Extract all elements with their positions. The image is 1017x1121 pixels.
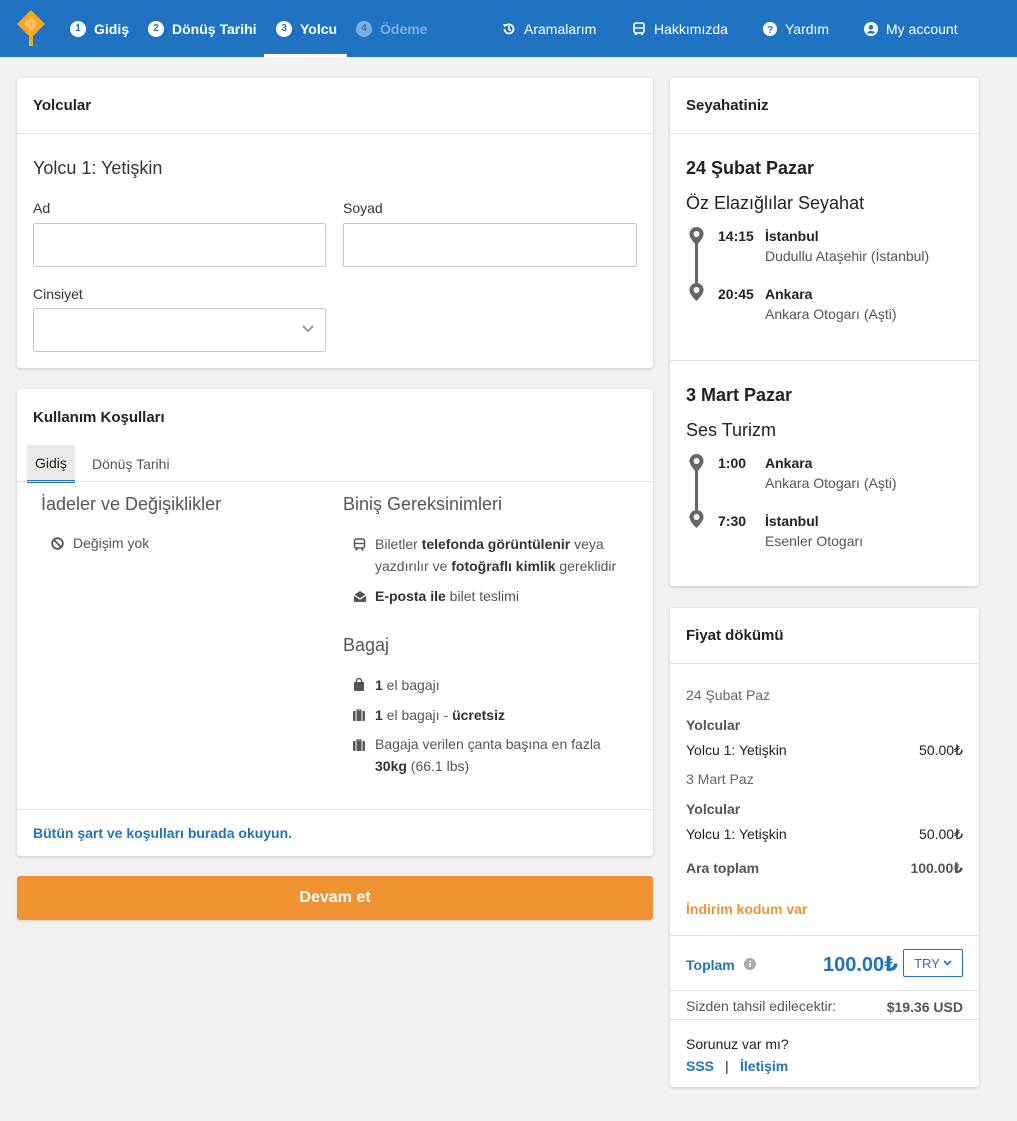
refunds-title: İadeler ve Değişiklikler [41, 494, 222, 514]
map-pin-icon [689, 454, 704, 472]
currency-value: TRY [914, 955, 940, 971]
first-name-label: Ad [33, 200, 51, 216]
price-leg1-passengers-label: Yolcular [686, 717, 741, 733]
price-leg2-date: 3 Mart Paz [686, 771, 754, 787]
currency-select[interactable]: TRY [903, 949, 963, 977]
gender-select[interactable] [33, 308, 326, 352]
my-account-link[interactable]: My account [864, 0, 958, 57]
boarding-requirement-text: Biletler telefonda görüntülenir veya yaz… [375, 536, 617, 574]
leg2-arrival-city: İstanbul [765, 513, 819, 529]
terms-header: Kullanım Koşulları [33, 408, 165, 426]
last-name-input[interactable] [343, 223, 637, 267]
subtotal-value: 100.00₺ [910, 860, 963, 876]
question-text: Sorunuz var mı? [686, 1036, 789, 1052]
free-luggage-text: 1 el bagajı - ücretsiz [375, 707, 505, 723]
price-leg2-amount: 50.00₺ [919, 826, 963, 842]
suitcase-icon [353, 709, 365, 721]
faq-link[interactable]: SSS [686, 1058, 714, 1074]
first-name-input[interactable] [33, 223, 326, 267]
leg-divider [670, 360, 979, 361]
leg2-arrival-time: 7:30 [718, 513, 747, 529]
my-searches-link[interactable]: Aramalarım [502, 0, 596, 57]
help-link[interactable]: ? Yardım [763, 0, 829, 57]
charged-value: $19.36 USD [886, 999, 963, 1015]
svg-text:?: ? [767, 25, 773, 36]
help-divider [670, 1019, 979, 1020]
charged-divider [670, 990, 979, 991]
leg2-arrival-station: Esenler Otogarı [765, 533, 864, 549]
info-icon[interactable] [744, 958, 756, 970]
subtotal-label: Ara toplam [686, 860, 760, 876]
ban-icon [51, 537, 64, 550]
tab-outbound[interactable]: Gidiş [27, 445, 75, 483]
price-leg1-passenger: Yolcu 1: Yetişkin [686, 742, 787, 758]
total-value: 100.00₺ [823, 954, 899, 976]
map-pin-icon [689, 510, 704, 528]
bag-icon [354, 678, 364, 691]
step-return-date[interactable]: 2 Dönüş Tarihi [148, 0, 257, 57]
leg1-operator: Öz Elazığlılar Seyahat [686, 193, 865, 213]
history-icon [503, 23, 515, 34]
link-separator: | [725, 1058, 729, 1074]
bus-icon [353, 538, 366, 551]
passengers-header: Yolcular [17, 78, 653, 134]
chevron-down-icon [302, 325, 314, 333]
leg1-date: 24 Şubat Pazar [686, 158, 815, 178]
leg1-departure-station: Dudullu Ataşehir (İstanbul) [765, 248, 930, 264]
leg2-departure-time: 1:00 [718, 455, 747, 471]
no-change-text: Değişim yok [73, 535, 150, 551]
leg2-departure-city: Ankara [765, 455, 813, 471]
leg1-departure-time: 14:15 [718, 228, 754, 244]
email-delivery-text: E-posta ile bilet teslimi [375, 588, 519, 604]
leg2-departure-station: Ankara Otogarı (Aşti) [765, 475, 897, 491]
checked-bag-limit-text: Bagaja verilen çanta başına en fazla 30k… [375, 736, 601, 774]
read-all-terms-link[interactable]: Bütün şart ve koşulları burada okuyun. [33, 825, 292, 841]
leg1-arrival-city: Ankara [765, 286, 813, 302]
step-outbound[interactable]: 1 Gidiş [70, 0, 129, 57]
price-header: Fiyat dökümü [670, 608, 979, 664]
boarding-title: Biniş Gereksinimleri [343, 494, 503, 514]
leg2-operator: Ses Turizm [686, 420, 777, 440]
terms-footer-divider [17, 809, 653, 810]
price-leg2-passenger: Yolcu 1: Yetişkin [686, 826, 787, 842]
tab-return-date[interactable]: Dönüş Tarihi [84, 445, 178, 483]
terms-card: Kullanım Koşulları Gidiş Dönüş Tarihi İa… [17, 389, 653, 856]
bus-icon [633, 21, 645, 35]
discount-code-link[interactable]: İndirim kodum var [686, 901, 807, 917]
envelope-open-icon [353, 591, 367, 602]
baggage-title: Bagaj [343, 635, 390, 655]
price-leg1-amount: 50.00₺ [919, 742, 963, 758]
chevron-down-icon [943, 960, 952, 966]
leg1-arrival-time: 20:45 [718, 286, 754, 302]
hand-luggage-text: 1 el bagajı [375, 677, 440, 693]
price-leg1-date: 24 Şubat Paz [686, 687, 771, 703]
map-pin-icon [689, 227, 704, 245]
total-label: Toplam [686, 957, 735, 973]
step-passenger[interactable]: 3 Yolcu [263, 0, 348, 57]
question-circle-icon: ? [763, 21, 777, 36]
step-payment: 4 Ödeme [356, 0, 427, 57]
trip-card: Seyahatiniz 24 Şubat Pazar Öz Elazığlıla… [670, 78, 979, 586]
continue-button[interactable]: Devam et [17, 876, 653, 920]
price-card: Fiyat dökümü 24 Şubat Paz Yolcular Yolcu… [670, 608, 979, 1087]
gender-label: Cinsiyet [33, 286, 83, 302]
leg2-date: 3 Mart Pazar [686, 385, 793, 405]
last-name-label: Soyad [343, 200, 383, 216]
trip-header: Seyahatiniz [670, 78, 979, 134]
charged-label: Sizden tahsil edilecektir: [686, 998, 837, 1014]
user-circle-icon [864, 21, 878, 36]
leg1-departure-city: İstanbul [765, 228, 819, 244]
map-pin-icon [689, 283, 704, 301]
suitcase-icon [353, 739, 365, 751]
contact-link[interactable]: İletişim [740, 1058, 788, 1074]
tabs-divider [17, 481, 653, 482]
passengers-card: Yolcular Yolcu 1: Yetişkin Ad Soyad Cins… [17, 78, 653, 368]
logo-icon[interactable] [17, 10, 45, 46]
leg1-arrival-station: Ankara Otogarı (Aşti) [765, 306, 897, 322]
passenger-title: Yolcu 1: Yetişkin [33, 158, 163, 178]
about-link[interactable]: Hakkımızda [632, 0, 728, 57]
price-leg2-passengers-label: Yolcular [686, 801, 741, 817]
top-navbar: 1 Gidiş 2 Dönüş Tarihi 3 Yolcu 4 Ödeme A… [0, 0, 1017, 57]
total-divider [670, 935, 979, 936]
